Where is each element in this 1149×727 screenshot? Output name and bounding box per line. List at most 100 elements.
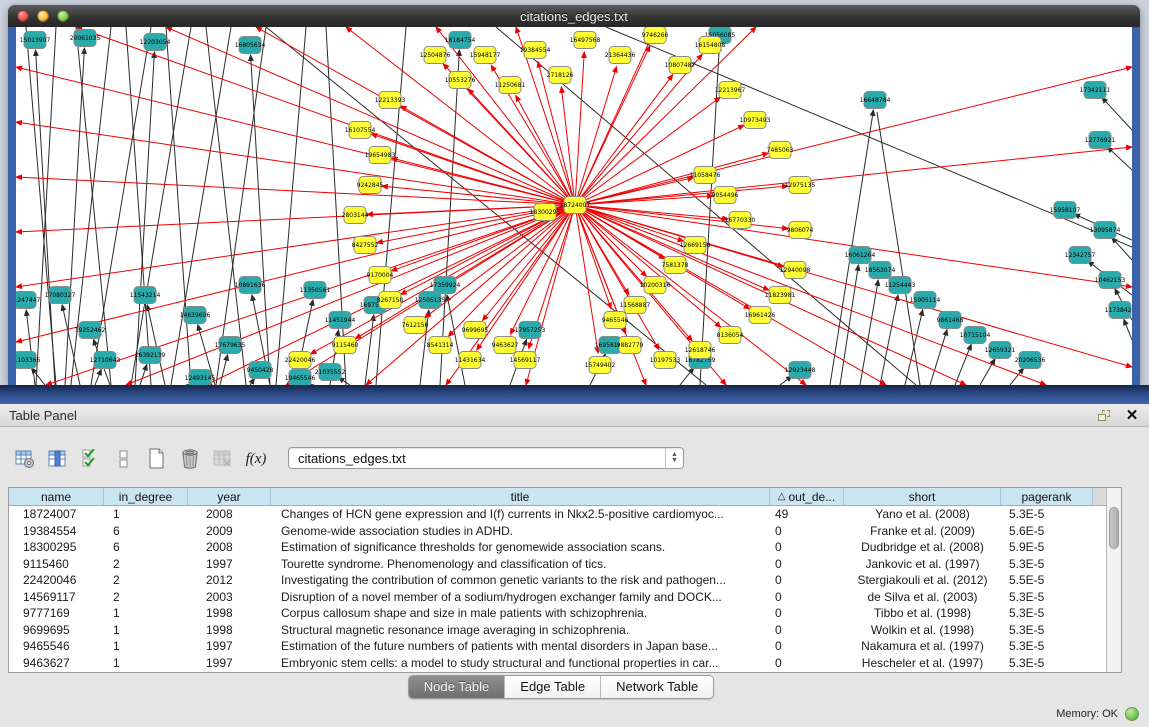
tab-edge-table[interactable]: Edge Table (505, 676, 601, 698)
table-row[interactable]: 946554611997Estimation of the future num… (9, 638, 1108, 655)
scrollbar-thumb[interactable] (1109, 507, 1119, 549)
graph-node[interactable]: 9450428 (247, 362, 274, 379)
graph-node[interactable]: 12940098 (780, 262, 811, 279)
graph-node[interactable]: 17679635 (215, 337, 246, 354)
graph-node[interactable]: 19384554 (520, 42, 551, 59)
graph-node[interactable]: 16107554 (345, 122, 376, 139)
graph-node[interactable]: 10891636 (235, 277, 266, 294)
graph-node[interactable]: 15948177 (470, 47, 501, 64)
graph-node[interactable]: 12923448 (785, 362, 816, 379)
table-settings-button[interactable] (10, 445, 40, 473)
graph-node[interactable]: 11543214 (130, 287, 161, 304)
graph-node[interactable]: 9115460 (332, 337, 359, 354)
network-window-titlebar[interactable]: citations_edges.txt (8, 5, 1140, 27)
graph-node[interactable]: 11058476 (690, 167, 721, 184)
graph-node[interactable]: 12669158 (680, 237, 711, 254)
graph-node[interactable]: 19465546 (285, 370, 316, 386)
column-header-short[interactable]: short (844, 488, 1001, 505)
graph-node[interactable]: 11254443 (885, 277, 916, 294)
graph-node[interactable]: 7581378 (662, 257, 689, 274)
table-row[interactable]: 2242004622012Investigating the contribut… (9, 572, 1108, 589)
graph-node[interactable]: 11350561 (300, 282, 331, 299)
graph-node[interactable]: 17080327 (45, 287, 76, 304)
graph-node[interactable]: 20206536 (1015, 352, 1046, 369)
table-selector[interactable]: citations_edges.txt ▲▼ (288, 447, 684, 469)
graph-node[interactable]: 8267150 (377, 292, 404, 309)
graph-node[interactable]: 22420046 (285, 352, 316, 369)
column-header-out_degree[interactable]: △out_de... (770, 488, 844, 505)
graph-node[interactable]: 7485063 (767, 142, 794, 159)
graph-node[interactable]: 13095874 (1090, 222, 1121, 239)
tab-network-table[interactable]: Network Table (601, 676, 713, 698)
graph-node[interactable]: 8427552 (352, 237, 379, 254)
close-panel-button[interactable]: ✕ (1121, 406, 1143, 424)
table-row[interactable]: 1456911722003Disruption of a novel membe… (9, 589, 1108, 606)
graph-node[interactable]: 9054496 (712, 187, 739, 204)
graph-node[interactable]: 21247447 (16, 292, 40, 309)
graph-node[interactable]: 16770330 (725, 212, 756, 229)
graph-node[interactable]: 10715104 (960, 327, 991, 344)
graph-node[interactable]: 19654983 (365, 147, 396, 164)
table-row[interactable]: 1938455462009Genome-wide association stu… (9, 523, 1108, 540)
graph-node[interactable]: 16805634 (235, 37, 266, 54)
graph-node[interactable]: 12213393 (375, 92, 406, 109)
graph-node[interactable]: 21364436 (605, 47, 636, 64)
graph-node[interactable]: 9242845 (357, 177, 384, 194)
new-object-button[interactable] (142, 445, 172, 473)
column-header-year[interactable]: year (188, 488, 271, 505)
column-header-pagerank[interactable]: pagerank (1001, 488, 1093, 505)
graph-node[interactable]: 15958107 (1050, 202, 1081, 219)
graph-node[interactable]: 12710643 (90, 352, 121, 369)
column-header-in_degree[interactable]: in_degree (104, 488, 188, 505)
graph-node[interactable]: 11451944 (325, 312, 356, 329)
graph-node[interactable]: 9463627 (492, 337, 519, 354)
graph-node[interactable]: 11250681 (495, 77, 526, 94)
table-row[interactable]: 946362711997Embryonic stem cells: a mode… (9, 655, 1108, 672)
graph-node[interactable]: 12659321 (985, 342, 1016, 359)
graph-node[interactable]: 11738423 (1105, 302, 1132, 319)
graph-node[interactable]: 15905114 (910, 292, 941, 309)
function-builder-button[interactable]: f(x) (241, 445, 271, 473)
delete-table-button[interactable] (208, 445, 238, 473)
zoom-window-button[interactable] (57, 10, 69, 22)
graph-node[interactable]: 12975135 (785, 177, 816, 194)
clear-selection-button[interactable] (109, 445, 139, 473)
graph-node[interactable]: 18724007 (560, 197, 591, 214)
graph-node[interactable]: 12505135 (415, 292, 446, 309)
graph-node[interactable]: 12493145 (185, 370, 216, 386)
graph-node[interactable]: 8136054 (717, 327, 744, 344)
table-row[interactable]: 977716911998Corpus callosum shape and si… (9, 605, 1108, 622)
table-row[interactable]: 1830029562008Estimation of significance … (9, 539, 1108, 556)
memory-status-indicator[interactable] (1125, 707, 1139, 721)
table-row[interactable]: 1872400712008Changes of HCN gene express… (9, 506, 1108, 523)
graph-node[interactable]: 9882779 (617, 337, 644, 354)
graph-node[interactable]: 12776921 (1085, 132, 1116, 149)
delete-selected-button[interactable] (175, 445, 205, 473)
graph-node[interactable]: 12203054 (140, 34, 171, 51)
graph-node[interactable]: 16154808 (695, 37, 726, 54)
graph-node[interactable]: 14569117 (510, 352, 541, 369)
tab-node-table[interactable]: Node Table (409, 676, 506, 698)
graph-node[interactable]: 21035552 (315, 364, 346, 381)
graph-node[interactable]: 12213967 (715, 82, 746, 99)
graph-node[interactable]: 10197533 (650, 352, 681, 369)
graph-node[interactable]: 16061264 (845, 247, 876, 264)
graph-node[interactable]: 9806074 (787, 222, 814, 239)
graph-node[interactable]: 12342757 (1065, 247, 1096, 264)
graph-node[interactable]: 20061035 (70, 30, 101, 47)
graph-node[interactable]: 18184754 (445, 32, 476, 49)
graph-node[interactable]: 9861468 (937, 312, 964, 329)
graph-node[interactable]: 10553276 (445, 72, 476, 89)
graph-node[interactable]: 12504876 (420, 47, 451, 64)
close-window-button[interactable] (17, 10, 29, 22)
minimize-window-button[interactable] (37, 10, 49, 22)
graph-node[interactable]: 7612156 (402, 317, 429, 334)
column-header-title[interactable]: title (271, 488, 770, 505)
network-canvas[interactable]: 1501390720061035122030541680563418184754… (16, 27, 1132, 385)
graph-node[interactable]: 14639606 (180, 307, 211, 324)
graph-node[interactable]: 12618746 (685, 342, 716, 359)
graph-node[interactable]: 16961426 (745, 307, 776, 324)
select-columns-button[interactable] (43, 445, 73, 473)
graph-node[interactable]: 2803144 (342, 207, 369, 224)
graph-node[interactable]: 9746266 (642, 27, 669, 44)
